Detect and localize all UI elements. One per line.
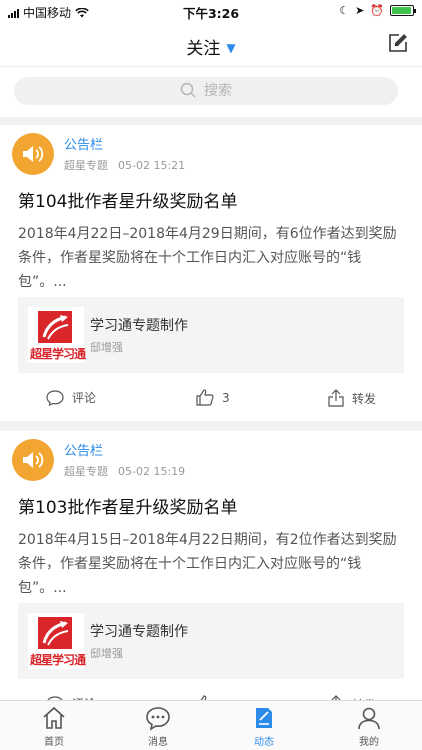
like-button[interactable]: 3 xyxy=(196,389,230,406)
tab-messages-label: 消息 xyxy=(148,737,168,748)
logo-wordmark: 超星学习通 xyxy=(30,347,86,361)
speaker-icon xyxy=(23,452,44,468)
post-body[interactable]: 2018年4月22日–2018年4月29日期间，有6位作者达到奖励条件，作者星奖… xyxy=(18,222,408,294)
feed-post[interactable]: 公告栏 超星专题 05-02 15:21 第104批作者星升级奖励名单 2018年… xyxy=(0,125,422,421)
post-meta: 超星专题 05-02 15:21 xyxy=(64,157,185,173)
battery-fill xyxy=(392,7,411,14)
post-title[interactable]: 第104批作者星升级奖励名单 xyxy=(18,187,237,212)
tab-messages[interactable]: 消息 xyxy=(128,705,188,748)
location-icon: ➤ xyxy=(355,4,365,17)
nav-title-dropdown[interactable]: 关注 ▼ xyxy=(0,34,422,59)
battery-icon xyxy=(390,5,416,16)
topic-title: 学习通专题制作 xyxy=(90,624,188,640)
share-icon xyxy=(328,389,344,407)
logo-mark xyxy=(38,617,72,649)
tab-feed-label: 动态 xyxy=(254,737,274,748)
feed-post[interactable]: 公告栏 超星专题 05-02 15:19 第103批作者星升级奖励名单 2018年… xyxy=(0,431,422,727)
search-area: 搜索 xyxy=(0,67,422,117)
post-time: 05-02 15:19 xyxy=(118,465,186,478)
avatar[interactable] xyxy=(12,439,54,481)
status-icons: ☾ ➤ ⏰ xyxy=(339,4,416,17)
topic-logo: 超星学习通 xyxy=(28,307,86,363)
search-placeholder: 搜索 xyxy=(204,83,232,99)
logo-wordmark: 超星学习通 xyxy=(30,653,86,667)
edit-icon[interactable] xyxy=(388,33,408,53)
speaker-icon xyxy=(23,146,44,162)
tab-home-label: 首页 xyxy=(44,737,64,748)
comment-label: 评论 xyxy=(72,391,97,405)
nav-title: 关注 xyxy=(186,39,221,59)
moon-icon: ☾ xyxy=(339,4,350,17)
logo-mark xyxy=(38,311,72,343)
post-source: 超星专题 xyxy=(64,159,108,172)
linked-topic-card[interactable]: 超星学习通 学习通专题制作 邸增强 xyxy=(18,297,404,373)
comment-icon xyxy=(46,389,64,406)
post-actions: 评论 3 转发 xyxy=(0,389,422,415)
topic-title: 学习通专题制作 xyxy=(90,318,188,334)
post-meta: 超星专题 05-02 15:19 xyxy=(64,463,185,479)
search-input[interactable]: 搜索 xyxy=(14,77,398,105)
topic-author: 邸增强 xyxy=(90,647,123,660)
tab-feed[interactable]: 动态 xyxy=(234,705,294,748)
post-time: 05-02 15:21 xyxy=(118,159,186,172)
topic-logo: 超星学习通 xyxy=(28,613,86,669)
feed-list: 公告栏 超星专题 05-02 15:21 第104批作者星升级奖励名单 2018年… xyxy=(0,125,422,737)
avatar[interactable] xyxy=(12,133,54,175)
topic-author: 邸增强 xyxy=(90,341,123,354)
chevron-down-icon: ▼ xyxy=(226,41,236,55)
comment-button[interactable]: 评论 xyxy=(46,389,96,406)
tab-home[interactable]: 首页 xyxy=(24,705,84,748)
status-bar: 中国移动 下午3:26 ☾ ➤ ⏰ xyxy=(0,0,422,22)
post-author[interactable]: 公告栏 xyxy=(64,440,103,459)
share-label: 转发 xyxy=(352,391,377,406)
message-icon xyxy=(146,707,170,731)
profile-icon xyxy=(358,707,380,730)
tab-me[interactable]: 我的 xyxy=(339,705,399,748)
post-source: 超星专题 xyxy=(64,465,108,478)
thumbs-up-icon xyxy=(196,389,214,406)
post-body[interactable]: 2018年4月15日–2018年4月22日期间，有2位作者达到奖励条件，作者星奖… xyxy=(18,528,408,600)
tab-me-label: 我的 xyxy=(359,737,379,748)
feed-icon xyxy=(256,708,272,728)
nav-bar: 关注 ▼ xyxy=(0,22,422,67)
tab-bar: 首页 消息 动态 我的 xyxy=(0,700,422,750)
search-icon xyxy=(180,82,196,98)
share-button[interactable]: 转发 xyxy=(328,389,376,407)
like-count: 3 xyxy=(222,390,230,405)
alarm-icon: ⏰ xyxy=(370,4,384,17)
home-icon xyxy=(43,706,65,729)
linked-topic-card[interactable]: 超星学习通 学习通专题制作 邸增强 xyxy=(18,603,404,679)
post-author[interactable]: 公告栏 xyxy=(64,134,103,153)
post-title[interactable]: 第103批作者星升级奖励名单 xyxy=(18,493,237,518)
